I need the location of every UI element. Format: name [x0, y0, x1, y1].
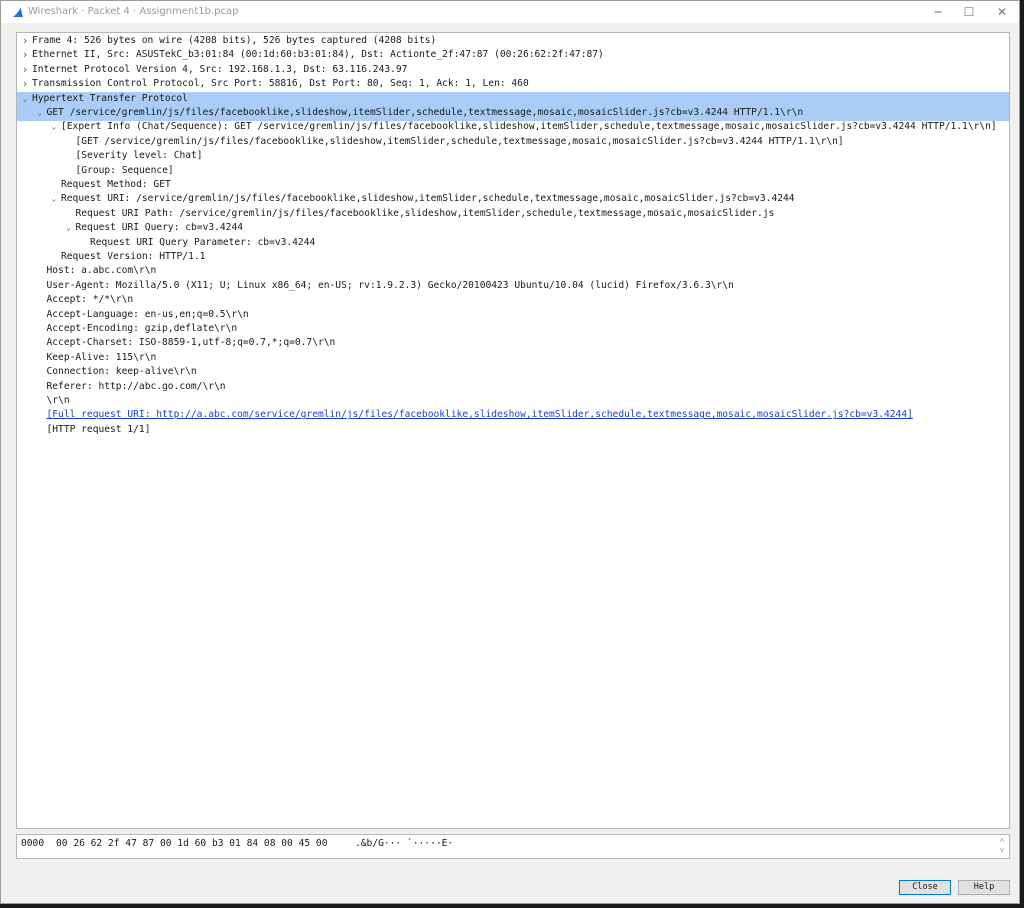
tree-row-label: Host: a.abc.com\r\n	[46, 265, 157, 277]
help-button[interactable]: Help	[958, 880, 1010, 895]
tree-row-label: Request URI: /service/gremlin/js/files/f…	[61, 193, 795, 205]
tree-row-label: Accept-Language: en-us,en;q=0.5\r\n	[46, 308, 249, 320]
tree-row[interactable]: › Frame 4: 526 bytes on wire (4208 bits),…	[17, 34, 1009, 49]
hex-bytes[interactable]: 00 26 62 2f 47 87 00 1d 60 b3 01 84 08 0…	[56, 838, 327, 849]
chevron-down-icon[interactable]: ⌄	[48, 120, 60, 135]
close-window-button[interactable]: ✕	[985, 1, 1019, 23]
tree-row[interactable]: Keep-Alive: 115\r\n	[17, 351, 1009, 366]
chevron-down-icon[interactable]: ⌄	[34, 106, 46, 121]
chevron-down-icon[interactable]: ⌄	[63, 221, 75, 236]
tree-row[interactable]: Request URI Path: /service/gremlin/js/fi…	[17, 207, 1009, 222]
tree-row-label: Request Version: HTTP/1.1	[61, 251, 206, 262]
tree-row[interactable]: Request URI Query Parameter: cb=v3.4244	[17, 236, 1009, 251]
tree-row-label: Internet Protocol Version 4, Src: 192.16…	[32, 63, 408, 75]
tree-row-label: [GET /service/gremlin/js/files/facebookl…	[75, 135, 844, 147]
scroll-up-icon[interactable]: ˄	[997, 836, 1007, 846]
window-title: Wireshark · Packet 4 · Assignment1b.pcap	[28, 6, 239, 17]
full-request-uri-link[interactable]: [Full request URI: http://a.abc.com/serv…	[47, 408, 913, 423]
close-button[interactable]: Close	[899, 880, 951, 895]
wireshark-fin-icon	[13, 7, 23, 17]
scroll-down-icon[interactable]: ˅	[997, 846, 1007, 856]
tree-row[interactable]: › Internet Protocol Version 4, Src: 192.1…	[17, 63, 1009, 78]
tree-row[interactable]: ⌄ GET /service/gremlin/js/files/facebookl…	[17, 106, 1009, 121]
tree-row[interactable]: Accept-Charset: ISO-8859-1,utf-8;q=0.7,*…	[17, 336, 1009, 351]
tree-row[interactable]: Accept-Language: en-us,en;q=0.5\r\n	[17, 308, 1009, 323]
maximize-button[interactable]: ☐	[952, 1, 986, 23]
packet-dialog-window: Wireshark · Packet 4 · Assignment1b.pcap…	[0, 0, 1020, 904]
tree-row[interactable]: User-Agent: Mozilla/5.0 (X11; U; Linux x…	[17, 279, 1009, 294]
tree-row[interactable]: Referer: http://abc.go.com/\r\n	[17, 380, 1009, 395]
chevron-down-icon[interactable]: ⌄	[48, 192, 60, 207]
tree-row-label: Frame 4: 526 bytes on wire (4208 bits), …	[32, 35, 437, 46]
tree-row[interactable]: Accept-Encoding: gzip,deflate\r\n	[17, 322, 1009, 337]
tree-row[interactable]: Accept: */*\r\n	[17, 293, 1009, 308]
tree-row-label: Accept-Charset: ISO-8859-1,utf-8;q=0.7,*…	[46, 337, 336, 349]
minimize-button[interactable]: ─	[921, 1, 955, 23]
tree-row-label: [HTTP request 1/1]	[46, 423, 151, 435]
tree-row-label: User-Agent: Mozilla/5.0 (X11; U; Linux x…	[46, 279, 734, 291]
tree-row[interactable]: Request Version: HTTP/1.1	[17, 250, 1009, 265]
tree-row-label: [Severity level: Chat]	[75, 150, 203, 162]
tree-row-label: Hypertext Transfer Protocol	[32, 92, 188, 104]
tree-row[interactable]: [Group: Sequence]	[17, 164, 1009, 179]
tree-row[interactable]: ⌄ [Expert Info (Chat/Sequence): GET /serv…	[17, 120, 1009, 135]
chevron-right-icon[interactable]: ›	[19, 77, 31, 92]
hex-ascii[interactable]: .&b/G··· `·····E·	[355, 838, 453, 849]
tree-row-label: Transmission Control Protocol, Src Port:…	[32, 78, 529, 90]
chevron-right-icon[interactable]: ›	[19, 63, 31, 78]
tree-row[interactable]: [Full request URI: http://a.abc.com/serv…	[17, 408, 1009, 423]
tree-row-label: Referer: http://abc.go.com/\r\n	[46, 380, 226, 392]
chevron-right-icon[interactable]: ›	[19, 34, 31, 49]
tree-row[interactable]: › Ethernet II, Src: ASUSTekC_b3:01:84 (00…	[17, 48, 1009, 63]
tree-row[interactable]: ⌄ Hypertext Transfer Protocol	[17, 91, 1009, 107]
hex-scrollbar[interactable]: ˄ ˅	[997, 836, 1007, 856]
tree-row[interactable]: \r\n	[17, 394, 1009, 409]
tree-row[interactable]: › Transmission Control Protocol, Src Port…	[17, 77, 1009, 92]
tree-row-label: \r\n	[46, 395, 70, 406]
tree-row-label: Request URI Query: cb=v3.4244	[75, 222, 244, 234]
packet-bytes-pane[interactable]: 0000 00 26 62 2f 47 87 00 1d 60 b3 01 84…	[16, 834, 1010, 859]
tree-row-label: Connection: keep-alive\r\n	[46, 366, 197, 378]
tree-row-label: Ethernet II, Src: ASUSTekC_b3:01:84 (00:…	[32, 49, 604, 61]
tree-row-label: GET /service/gremlin/js/files/facebookli…	[46, 107, 804, 118]
tree-row-label: Accept: */*\r\n	[46, 294, 134, 306]
tree-row-label: Request URI Path: /service/gremlin/js/fi…	[75, 207, 775, 219]
tree-row[interactable]: Host: a.abc.com\r\n	[17, 264, 1009, 279]
tree-row-label: Keep-Alive: 115\r\n	[46, 351, 157, 363]
tree-row[interactable]: ⌄ Request URI Query: cb=v3.4244	[17, 221, 1009, 236]
packet-details-tree[interactable]: › Frame 4: 526 bytes on wire (4208 bits),…	[16, 32, 1010, 829]
tree-row[interactable]: Request Method: GET	[17, 178, 1009, 193]
tree-row-label: [Expert Info (Chat/Sequence): GET /servi…	[61, 121, 997, 133]
tree-row[interactable]: [Severity level: Chat]	[17, 149, 1009, 164]
tree-row[interactable]: [HTTP request 1/1]	[17, 423, 1009, 438]
tree-row[interactable]: Connection: keep-alive\r\n	[17, 365, 1009, 380]
tree-row-label: Request URI Query Parameter: cb=v3.4244	[90, 236, 316, 248]
tree-row-label: [Group: Sequence]	[75, 164, 174, 176]
tree-row[interactable]: ⌄ Request URI: /service/gremlin/js/files/…	[17, 192, 1009, 207]
chevron-down-icon[interactable]: ⌄	[19, 92, 31, 107]
tree-row-label: Request Method: GET	[61, 179, 171, 190]
hex-offset: 0000	[21, 838, 45, 849]
tree-row[interactable]: [GET /service/gremlin/js/files/facebookl…	[17, 135, 1009, 150]
title-bar[interactable]: Wireshark · Packet 4 · Assignment1b.pcap…	[1, 1, 1019, 23]
tree-row-label: Accept-Encoding: gzip,deflate\r\n	[46, 323, 238, 334]
chevron-right-icon[interactable]: ›	[19, 48, 31, 63]
